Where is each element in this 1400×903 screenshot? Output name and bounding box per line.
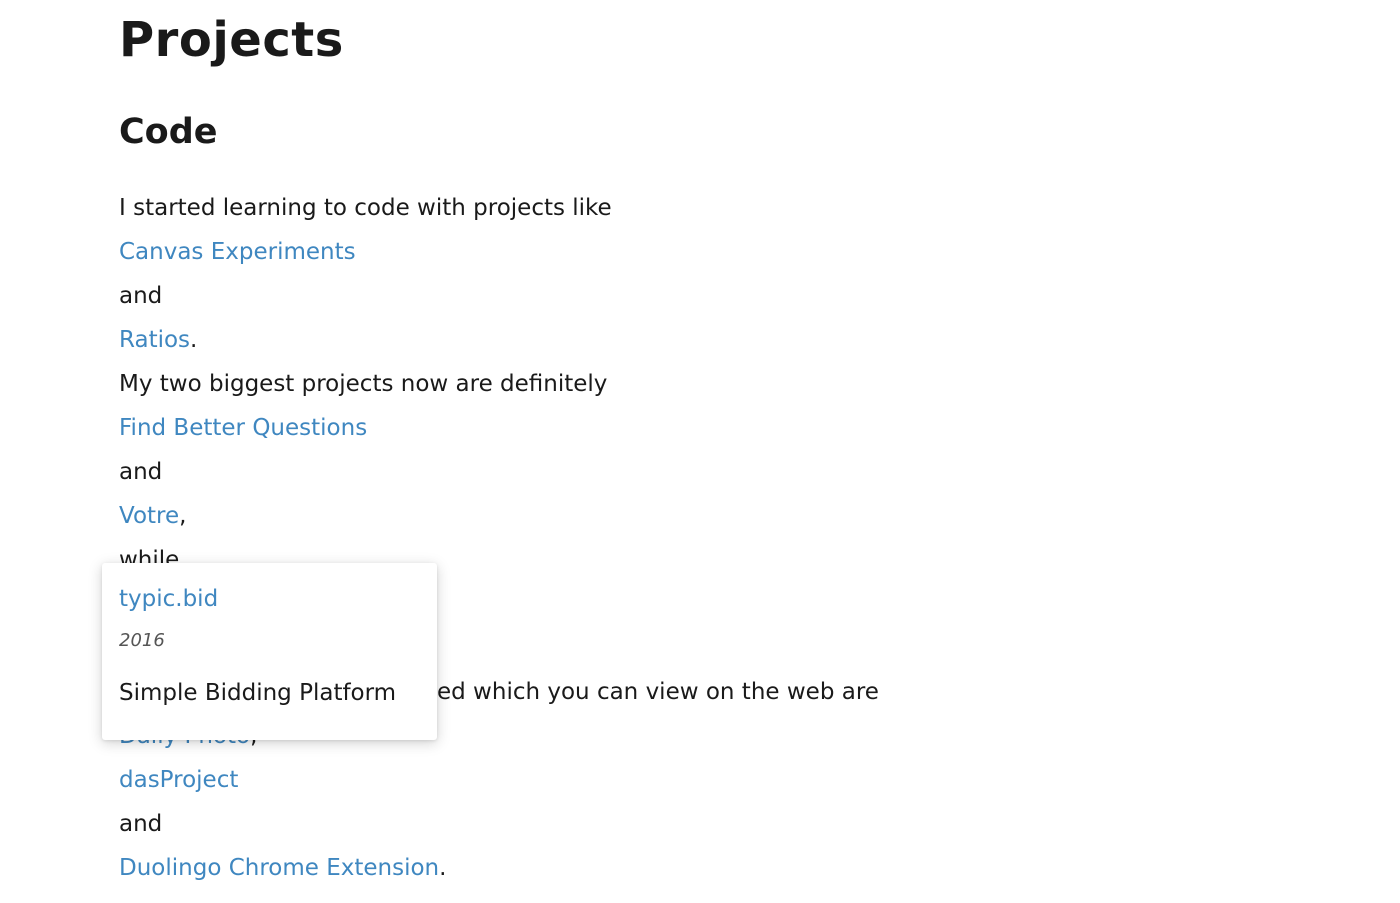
link-duolingo-chrome-extension[interactable]: Duolingo Chrome Extension	[119, 855, 439, 881]
link-ratios[interactable]: Ratios	[119, 327, 190, 353]
link-dasproject[interactable]: dasProject	[119, 767, 238, 793]
project-line: Duolingo Chrome Extension.	[119, 855, 447, 881]
page-title: Projects	[119, 12, 344, 68]
intro-text: I started learning to code with projects…	[119, 195, 612, 221]
project-line: Find Better Questions	[119, 406, 367, 450]
connector-text: and	[119, 283, 163, 309]
project-line: Votre,	[119, 503, 187, 529]
link-canvas-experiments[interactable]: Canvas Experiments	[119, 239, 356, 265]
project-line: Ratios.	[119, 327, 198, 353]
popover-year: 2016	[119, 630, 165, 651]
link-votre[interactable]: Votre	[119, 503, 179, 529]
connector-text: and	[119, 459, 163, 485]
biggest-projects-text: My two biggest projects now are definite…	[119, 371, 608, 397]
project-preview-popover: typic.bid 2016 Simple Bidding Platform	[102, 563, 437, 740]
project-line: dasProject	[119, 758, 238, 802]
connector-text: and	[119, 811, 163, 837]
popover-description: Simple Bidding Platform	[119, 680, 397, 706]
project-line: Canvas Experiments	[119, 230, 356, 274]
link-find-better-questions[interactable]: Find Better Questions	[119, 415, 367, 441]
popover-title-link[interactable]: typic.bid	[119, 577, 218, 621]
section-title-code: Code	[119, 112, 218, 152]
